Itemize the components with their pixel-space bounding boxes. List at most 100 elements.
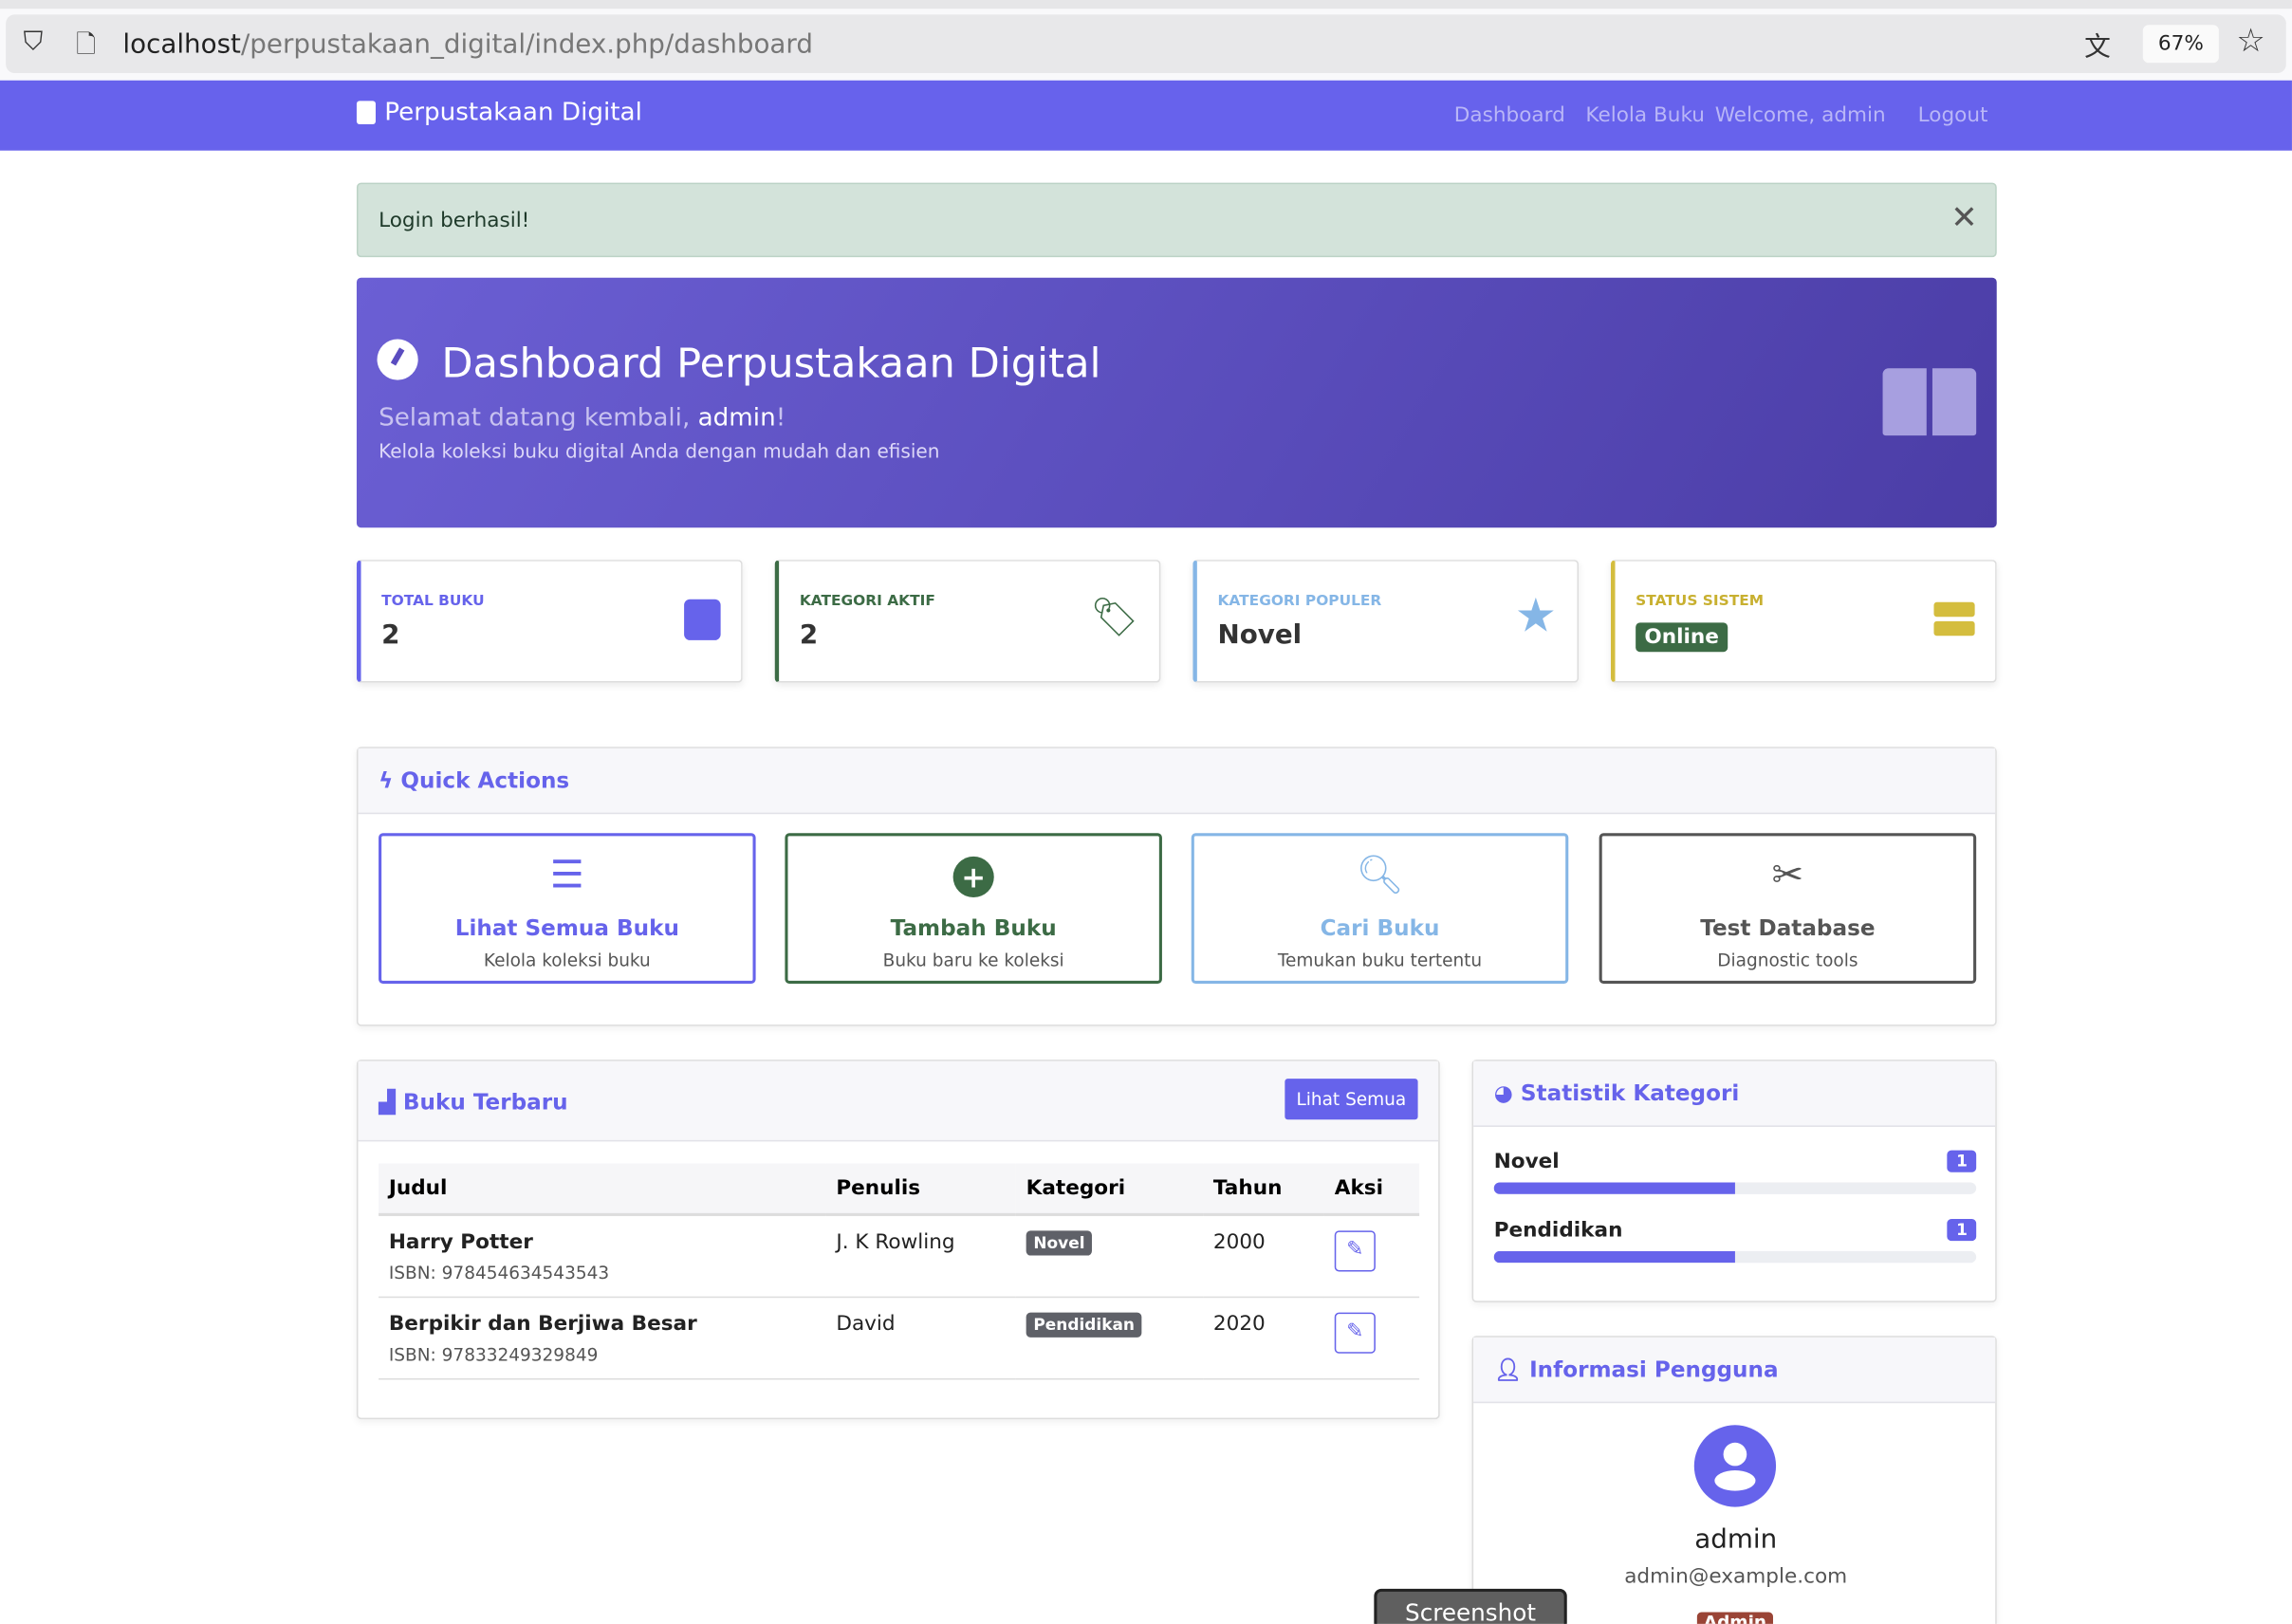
book-year: 2020 xyxy=(1203,1296,1324,1379)
nav-kelola-buku[interactable]: Kelola Buku xyxy=(1585,103,1705,127)
category-stats-card: ◕ Statistik Kategori Novel 1 Pendidikan 1 xyxy=(1471,1060,1997,1302)
quick-actions-header: ϟ Quick Actions xyxy=(358,747,1996,815)
action-subtitle: Temukan buku tertentu xyxy=(1277,950,1483,971)
zoom-level[interactable]: 67% xyxy=(2142,25,2219,64)
user-info-header: 👤︎ Informasi Pengguna xyxy=(1473,1337,1996,1404)
category-stat-pendidikan: Pendidikan 1 xyxy=(1493,1219,1977,1264)
tools-icon: ✂ xyxy=(1771,853,1804,898)
user-email: admin@example.com xyxy=(1624,1565,1848,1589)
role-badge: Admin xyxy=(1696,1612,1773,1624)
user-icon: 👤︎ xyxy=(1493,1356,1530,1383)
book-icon xyxy=(356,101,376,124)
url-text[interactable]: localhost/perpustakaan_digital/index.php… xyxy=(122,29,813,60)
action-title: Lihat Semua Buku xyxy=(454,914,679,942)
stat-value: Novel xyxy=(1217,619,1303,651)
page-icon: 🗋 xyxy=(76,30,97,61)
book-isbn: ISBN: 978454634543543 xyxy=(388,1263,610,1283)
screenshot-button[interactable]: Screenshot xyxy=(1374,1588,1567,1624)
pie-chart-icon: ◕ xyxy=(1493,1080,1521,1107)
col-aksi: Aksi xyxy=(1323,1163,1420,1216)
count-badge: 1 xyxy=(1947,1219,1977,1242)
action-subtitle: Kelola koleksi buku xyxy=(483,950,651,971)
hero-banner: Dashboard Perpustakaan Digital Selamat d… xyxy=(356,277,1997,528)
action-subtitle: Buku baru ke koleksi xyxy=(882,950,1064,971)
stat-label: STATUS SISTEM xyxy=(1636,593,1765,610)
page-title: Dashboard Perpustakaan Digital xyxy=(441,339,1101,388)
translate-icon[interactable]: 文 xyxy=(2084,27,2111,65)
progress-bar xyxy=(1493,1182,1977,1194)
stat-label: KATEGORI POPULER xyxy=(1217,593,1382,610)
stat-kategori-populer: KATEGORI POPULER Novel ★ xyxy=(1192,560,1580,683)
action-title: Cari Buku xyxy=(1320,914,1440,942)
stat-value: 2 xyxy=(799,619,819,651)
books-table: Judul Penulis Kategori Tahun Aksi Harry … xyxy=(379,1163,1420,1379)
nav-links: Dashboard Kelola Buku Welcome, admin Log… xyxy=(1454,103,1988,127)
col-tahun: Tahun xyxy=(1203,1163,1324,1216)
progress-fill xyxy=(1493,1182,1735,1194)
action-tambah-buku[interactable]: + Tambah Buku Buku baru ke koleksi xyxy=(785,833,1162,984)
progress-fill xyxy=(1493,1250,1735,1264)
user-name: admin xyxy=(1694,1524,1778,1556)
books-icon: ▟ xyxy=(379,1088,403,1116)
list-icon: ☰ xyxy=(549,853,584,898)
category-stats-header: ◕ Statistik Kategori xyxy=(1473,1061,1996,1127)
shield-icon[interactable]: ⛉ xyxy=(24,27,44,57)
progress-bar xyxy=(1493,1250,1977,1264)
view-all-button[interactable]: Lihat Semua xyxy=(1285,1079,1418,1120)
book-icon xyxy=(684,599,721,640)
hero-description: Kelola koleksi buku digital Anda dengan … xyxy=(379,441,940,464)
category-stat-novel: Novel 1 xyxy=(1493,1150,1977,1194)
col-kategori: Kategori xyxy=(1015,1163,1204,1216)
search-icon: 🔍︎ xyxy=(1356,853,1404,898)
stat-kategori-aktif: KATEGORI AKTIF 2 🏷 xyxy=(774,560,1161,683)
close-icon[interactable]: ✕ xyxy=(1950,200,1977,237)
edit-icon[interactable]: ✎ xyxy=(1334,1311,1376,1354)
star-icon: ★ xyxy=(1514,587,1557,643)
stat-label: TOTAL BUKU xyxy=(381,593,485,610)
action-test-database[interactable]: ✂ Test Database Diagnostic tools xyxy=(1599,833,1977,984)
plus-circle-icon: + xyxy=(787,854,1158,900)
stat-total-buku: TOTAL BUKU 2 xyxy=(356,560,743,683)
bookmark-star-icon[interactable]: ☆ xyxy=(2236,24,2264,61)
open-book-icon xyxy=(1882,368,1977,438)
welcome-text: Selamat datang kembali, admin! xyxy=(379,403,786,434)
recent-books-card: ▟ Buku Terbaru Lihat Semua Judul Penulis… xyxy=(356,1060,1440,1420)
col-penulis: Penulis xyxy=(825,1163,1016,1216)
server-icon xyxy=(1933,601,1975,637)
edit-icon[interactable]: ✎ xyxy=(1334,1230,1376,1272)
stat-label: KATEGORI AKTIF xyxy=(799,593,935,610)
nav-logout[interactable]: Logout xyxy=(1918,103,1988,127)
stat-status-sistem: STATUS SISTEM Online xyxy=(1610,560,1997,683)
nav-dashboard[interactable]: Dashboard xyxy=(1454,103,1565,127)
book-year: 2000 xyxy=(1203,1214,1324,1298)
tags-icon: 🏷 xyxy=(1090,596,1139,640)
book-title: Harry Potter xyxy=(388,1230,533,1255)
table-row: Berpikir dan Berjiwa Besar ISBN: 97833249… xyxy=(379,1296,1420,1379)
category-badge: Novel xyxy=(1026,1230,1093,1256)
col-judul: Judul xyxy=(379,1163,826,1216)
table-row: Harry Potter ISBN: 978454634543543 J. K R… xyxy=(379,1214,1420,1298)
action-subtitle: Diagnostic tools xyxy=(1717,950,1858,971)
count-badge: 1 xyxy=(1947,1150,1977,1172)
category-badge: Pendidikan xyxy=(1026,1311,1142,1338)
avatar-icon xyxy=(1693,1425,1777,1507)
status-badge: Online xyxy=(1636,622,1728,653)
book-isbn: ISBN: 97833249329849 xyxy=(388,1343,599,1365)
stat-value: 2 xyxy=(381,619,400,651)
dashboard-gauge-icon xyxy=(377,339,418,380)
browser-toolbar: ⛉ 🗋 localhost/perpustakaan_digital/index… xyxy=(0,0,2292,81)
success-alert: Login berhasil! ✕ xyxy=(356,182,1997,258)
action-cari-buku[interactable]: 🔍︎ Cari Buku Temukan buku tertentu xyxy=(1191,833,1569,984)
action-title: Tambah Buku xyxy=(890,914,1057,942)
brand-text: Perpustakaan Digital xyxy=(384,98,642,128)
bolt-icon: ϟ xyxy=(379,766,401,794)
alert-text: Login berhasil! xyxy=(379,209,530,232)
url-bar[interactable]: ⛉ 🗋 localhost/perpustakaan_digital/index… xyxy=(6,14,2286,74)
recent-books-header: ▟ Buku Terbaru Lihat Semua xyxy=(358,1061,1439,1142)
navbar: Perpustakaan Digital Dashboard Kelola Bu… xyxy=(0,80,2292,151)
brand[interactable]: Perpustakaan Digital xyxy=(356,98,642,128)
book-author: J. K Rowling xyxy=(825,1214,1016,1298)
action-lihat-semua-buku[interactable]: ☰ Lihat Semua Buku Kelola koleksi buku xyxy=(379,833,756,984)
user-info-card: 👤︎ Informasi Pengguna admin admin@exampl… xyxy=(1471,1336,1997,1624)
book-author: David xyxy=(825,1296,1016,1379)
